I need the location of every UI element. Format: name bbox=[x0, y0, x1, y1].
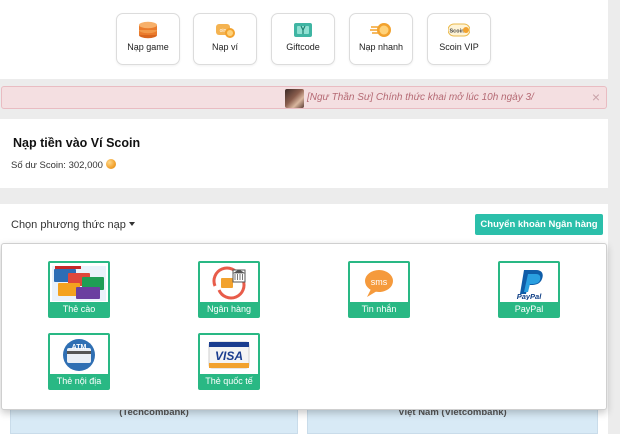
svg-text:VISA: VISA bbox=[215, 349, 243, 363]
scoin-balance-text: Số dư Scoin: 302,000 bbox=[11, 160, 103, 171]
nav-nap-nhanh-button[interactable]: Nạp nhanh bbox=[349, 13, 413, 65]
gift-card-icon bbox=[294, 23, 312, 37]
payment-option-label: Thẻ cào bbox=[50, 302, 108, 316]
payment-method-label: Chọn phương thức nạp bbox=[11, 219, 126, 231]
svg-text:Scoin: Scoin bbox=[450, 29, 466, 35]
payment-option-label: Thẻ quốc tế bbox=[200, 374, 258, 388]
coin-stack-icon bbox=[139, 21, 157, 39]
svg-text:sms: sms bbox=[371, 277, 388, 287]
nav-nap-game-label: Nạp game bbox=[127, 42, 169, 52]
payment-method-dropdown-toggle[interactable]: Chọn phương thức nạp bbox=[11, 219, 135, 231]
fast-coin-icon bbox=[370, 23, 391, 37]
payment-option-label: Tin nhắn bbox=[350, 302, 408, 316]
payment-option-label: Thẻ nội địa bbox=[50, 374, 108, 388]
nav-scoin-vip-button[interactable]: Scoin Scoin VIP bbox=[427, 13, 491, 65]
payment-method-menu: Thẻ cào Ngân hàng sms Tin nhắn PayPal Pa… bbox=[1, 243, 607, 410]
nav-nap-vi-button[interactable]: oin Nạp ví bbox=[193, 13, 257, 65]
nav-giftcode-button[interactable]: Giftcode bbox=[271, 13, 335, 65]
atm-card-icon: ATM bbox=[50, 335, 108, 375]
payment-option-the-noi-dia[interactable]: ATM Thẻ nội địa bbox=[48, 333, 110, 390]
page-title: Nạp tiền vào Ví Scoin bbox=[13, 136, 141, 150]
wallet-coin-icon: oin bbox=[216, 24, 235, 38]
announcement-text: [Ngư Thần Sư] Chính thức khai mở lúc 10h… bbox=[307, 92, 534, 103]
nav-giftcode-label: Giftcode bbox=[286, 42, 320, 52]
payment-option-the-cao[interactable]: Thẻ cào bbox=[48, 261, 110, 318]
payment-option-tin-nhan[interactable]: sms Tin nhắn bbox=[348, 261, 410, 318]
scratch-card-icon bbox=[50, 263, 108, 303]
nav-nap-game-button[interactable]: Nạp game bbox=[116, 13, 180, 65]
scoin-balance: Số dư Scoin: 302,000 bbox=[11, 159, 116, 171]
payment-option-label: PayPal bbox=[500, 302, 558, 316]
payment-option-ngan-hang[interactable]: Ngân hàng bbox=[198, 261, 260, 318]
payment-option-label: Ngân hàng bbox=[200, 302, 258, 316]
payment-option-the-quoc-te[interactable]: VISA Thẻ quốc tế bbox=[198, 333, 260, 390]
bank-icon bbox=[200, 263, 258, 303]
paypal-icon: PayPal bbox=[500, 263, 558, 303]
game-thumbnail-icon bbox=[285, 89, 304, 108]
svg-text:ATM: ATM bbox=[72, 344, 87, 351]
visa-card-icon: VISA bbox=[200, 335, 258, 375]
svg-text:PayPal: PayPal bbox=[517, 292, 543, 300]
payment-option-paypal[interactable]: PayPal PayPal bbox=[498, 261, 560, 318]
close-icon[interactable]: × bbox=[592, 89, 600, 105]
scoin-coin-icon bbox=[105, 159, 116, 169]
bank-transfer-button[interactable]: Chuyển khoản Ngân hàng bbox=[475, 214, 603, 235]
nav-nap-vi-label: Nạp ví bbox=[211, 42, 238, 52]
wallet-panel: Nạp tiền vào Ví Scoin Số dư Scoin: 302,0… bbox=[0, 119, 608, 188]
caret-down-icon bbox=[128, 222, 135, 226]
nav-nap-nhanh-label: Nạp nhanh bbox=[358, 42, 404, 52]
sms-icon: sms bbox=[350, 263, 408, 303]
announcement-bar[interactable]: [Ngư Thần Sư] Chính thức khai mở lúc 10h… bbox=[1, 86, 607, 109]
nav-scoin-vip-label: Scoin VIP bbox=[439, 42, 479, 52]
quick-nav-bar: Nạp game oin Nạp ví Giftcode Nạp nhanh S… bbox=[0, 0, 608, 79]
scoin-vip-icon: Scoin bbox=[448, 23, 470, 37]
